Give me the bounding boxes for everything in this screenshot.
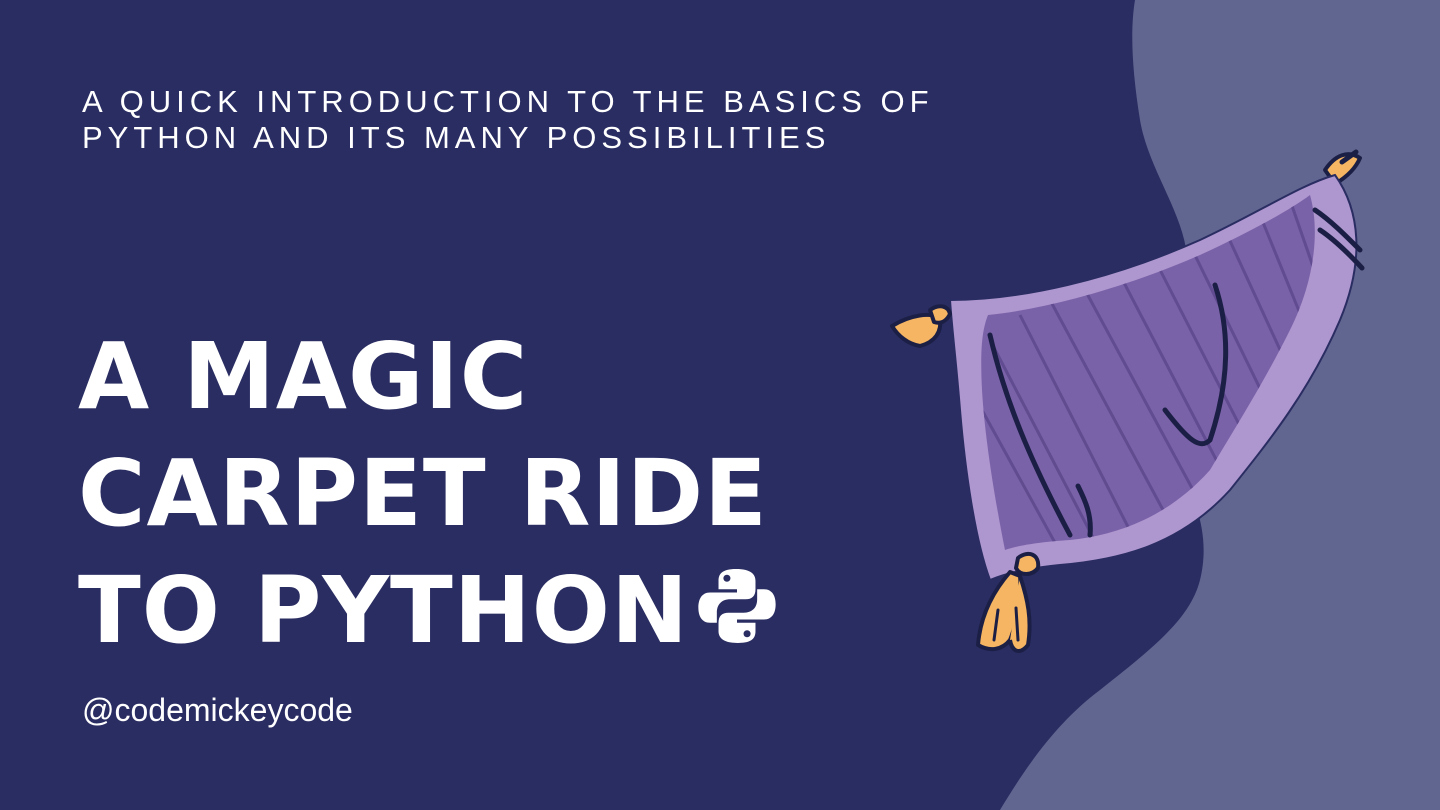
title-line-3: TO PYTHON xyxy=(78,557,689,664)
magic-carpet-illustration xyxy=(890,149,1365,653)
python-logo-icon xyxy=(698,569,776,643)
tassel-left xyxy=(890,304,952,348)
social-handle: @codemickeycode xyxy=(82,692,353,728)
subtitle: A QUICK INTRODUCTION TO THE BASICS OF PY… xyxy=(82,84,1002,156)
subtitle-line-1: A QUICK INTRODUCTION TO THE BASICS OF xyxy=(82,84,934,119)
title-line-1: A MAGIC xyxy=(78,323,529,430)
subtitle-line-2: PYTHON AND ITS MANY POSSIBILITIES xyxy=(82,120,831,155)
page-title: A MAGIC CARPET RIDE TO PYTHON xyxy=(78,318,779,669)
title-line-3-wrapper: TO PYTHON xyxy=(78,552,779,669)
title-line-2: CARPET RIDE xyxy=(78,440,768,547)
